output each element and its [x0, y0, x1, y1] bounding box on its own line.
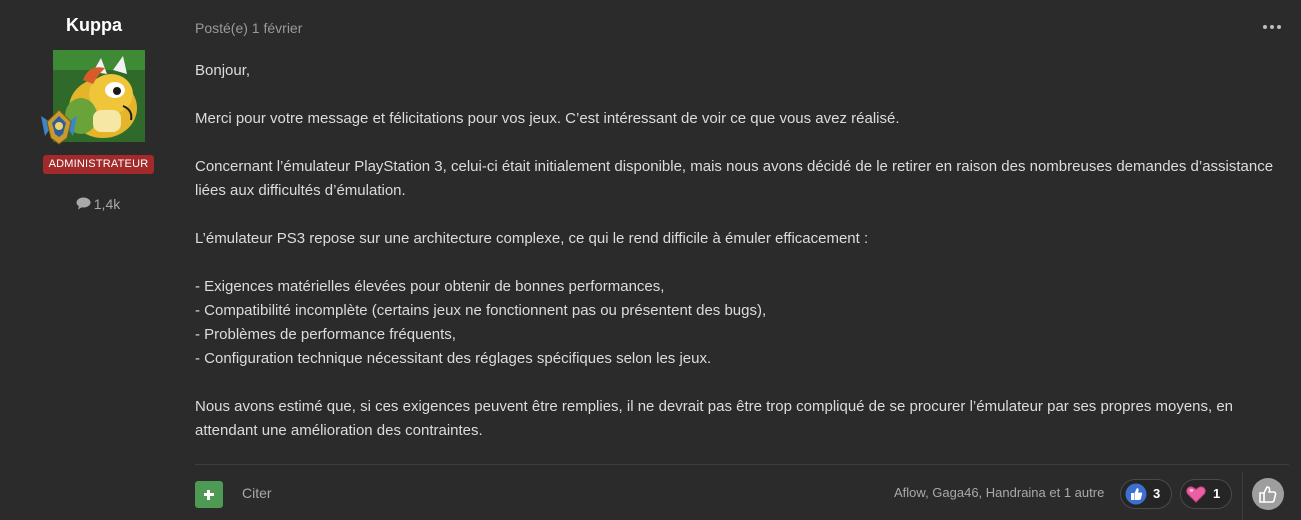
quote-button[interactable]: Citer [242, 485, 272, 501]
reactors-list[interactable]: Aflow, Gaga46, Handraina et 1 autre [894, 485, 1104, 500]
paragraph: Merci pour votre message et félicitation… [195, 110, 900, 127]
list-line: - Configuration technique nécessitant de… [195, 350, 712, 367]
author-name[interactable]: Kuppa [0, 15, 188, 36]
rank-badge-icon [37, 106, 81, 148]
role-badge: ADMINISTRATEUR [43, 155, 154, 174]
list-line: - Problèmes de performance fréquents, [195, 326, 456, 343]
list-line: - Exigences matérielles élevées pour obt… [195, 278, 665, 295]
post-count: 1,4k [0, 196, 196, 213]
avatar-group[interactable] [37, 50, 147, 145]
reaction-count: 3 [1153, 486, 1161, 501]
paragraph: L’émulateur PS3 repose sur une architect… [195, 230, 869, 247]
multiquote-add-button[interactable] [195, 481, 223, 508]
thumbs-up-icon [1125, 483, 1147, 505]
author-panel: Kuppa ADMINISTRATEUR 1,4k [0, 0, 188, 520]
post: Posté(e) 1 février Bonjour, Merci pour v… [195, 0, 1290, 520]
more-options-icon[interactable] [1262, 16, 1284, 36]
reaction-like[interactable]: 3 [1120, 479, 1172, 509]
divider [195, 464, 1289, 465]
heart-icon [1185, 483, 1207, 505]
thumbs-up-outline-icon [1259, 486, 1277, 503]
vertical-divider [1242, 472, 1243, 520]
post-date[interactable]: Posté(e) 1 février [195, 20, 302, 36]
paragraph: Bonjour, [195, 62, 251, 79]
reaction-count: 1 [1213, 486, 1221, 501]
list-line: - Compatibilité incomplète (certains jeu… [195, 302, 767, 319]
paragraph: Nous avons estimé que, si ces exigences … [195, 398, 1234, 439]
post-content: Bonjour, Merci pour votre message et fél… [195, 59, 1290, 443]
comment-icon [76, 197, 91, 213]
paragraph: Concernant l’émulateur PlayStation 3, ce… [195, 158, 1274, 199]
post-count-value: 1,4k [93, 196, 121, 212]
reaction-love[interactable]: 1 [1180, 479, 1232, 509]
react-button[interactable] [1252, 478, 1284, 510]
